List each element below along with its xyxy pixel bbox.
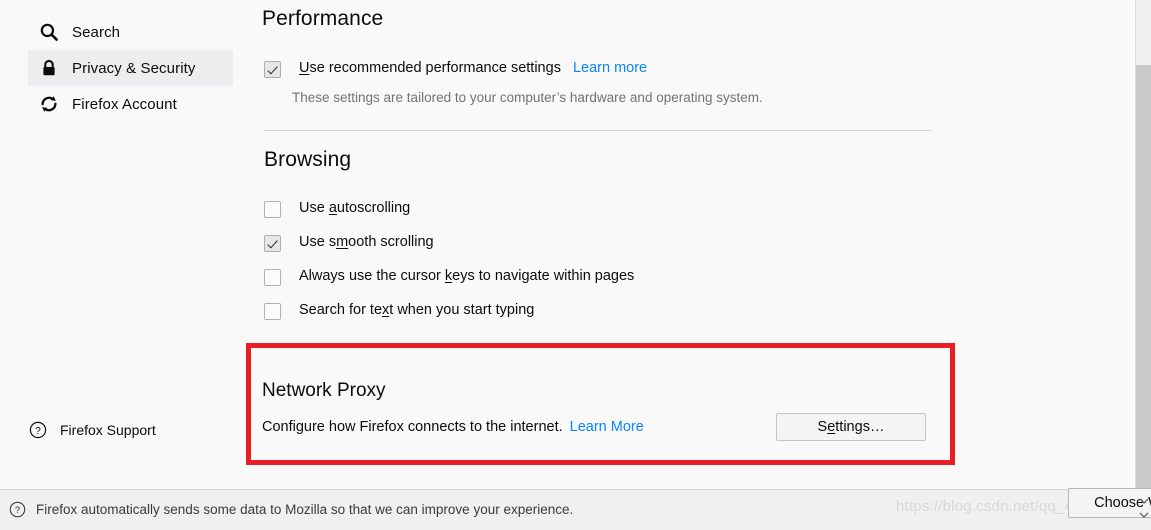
- button-label-pre: S: [817, 419, 828, 435]
- checkbox-label: Search for text when you start typing: [299, 302, 534, 319]
- network-proxy-description-row: Configure how Firefox connects to the in…: [262, 419, 644, 436]
- checkbox-use-smooth-scrolling[interactable]: [264, 235, 281, 252]
- sidebar-item-label: Privacy & Security: [72, 59, 196, 77]
- footer-text: Firefox automatically sends some data to…: [36, 501, 574, 517]
- checkbox-label: Use autoscrolling: [299, 200, 410, 217]
- sidebar: Search Privacy & Security Firefox Accoun…: [0, 0, 240, 489]
- button-label-post: ttings…: [835, 419, 885, 435]
- checkbox-always-use-cursor-keys[interactable]: [264, 269, 281, 286]
- vertical-scrollbar-thumb[interactable]: [1136, 65, 1151, 489]
- section-divider: [264, 130, 932, 131]
- performance-description: These settings are tailored to your comp…: [292, 90, 763, 105]
- svg-text:?: ?: [14, 505, 19, 516]
- sidebar-item-firefox-support[interactable]: ? Firefox Support: [28, 418, 156, 442]
- scroll-down-arrow-icon[interactable]: [1138, 495, 1150, 525]
- sidebar-item-label: Firefox Account: [72, 95, 177, 113]
- checkbox-row-recommended-performance[interactable]: Use recommended performance settings Lea…: [264, 60, 647, 78]
- footer-message: ? Firefox automatically sends some data …: [8, 500, 573, 518]
- lock-icon: [38, 57, 60, 79]
- checkbox-label-post: eys to navigate within pages: [452, 268, 635, 284]
- proxy-settings-button[interactable]: Settings…: [776, 413, 926, 441]
- page-title-network-proxy: Network Proxy: [262, 379, 386, 401]
- sidebar-nav: Search Privacy & Security Firefox Accoun…: [0, 14, 240, 122]
- sidebar-item-search[interactable]: Search: [28, 14, 233, 50]
- svg-text:?: ?: [35, 426, 41, 437]
- sidebar-item-label: Search: [72, 23, 121, 41]
- checkbox-label-text: se recommended performance settings: [309, 60, 561, 76]
- checkbox-row-smooth-scrolling[interactable]: Use smooth scrolling: [264, 234, 434, 252]
- learn-more-link-proxy[interactable]: Learn More: [570, 419, 644, 435]
- checkbox-row-search-while-typing[interactable]: Search for text when you start typing: [264, 302, 534, 320]
- checkbox-label-post: ooth scrolling: [348, 234, 434, 250]
- page-title-browsing: Browsing: [264, 148, 352, 171]
- sidebar-item-label: Firefox Support: [60, 422, 156, 438]
- learn-more-link-performance[interactable]: Learn more: [573, 60, 647, 77]
- network-proxy-highlight-box: [246, 343, 955, 465]
- network-proxy-description: Configure how Firefox connects to the in…: [262, 419, 563, 435]
- checkbox-use-recommended-performance-settings[interactable]: [264, 61, 281, 78]
- firefox-preferences-window: Search Privacy & Security Firefox Accoun…: [0, 0, 1151, 530]
- footer-bar: ? Firefox automatically sends some data …: [0, 489, 1151, 530]
- checkbox-row-autoscrolling[interactable]: Use autoscrolling: [264, 200, 410, 218]
- checkbox-label-pre: Always use the cursor: [299, 268, 445, 284]
- help-circle-icon: ?: [28, 420, 48, 440]
- help-circle-icon: ?: [8, 500, 26, 518]
- checkbox-label: Use recommended performance settings: [299, 60, 561, 77]
- sync-icon: [38, 93, 60, 115]
- page-title-performance: Performance: [262, 7, 384, 30]
- checkbox-label: Always use the cursor keys to navigate w…: [299, 268, 634, 285]
- checkbox-label-pre: Search for te: [299, 302, 383, 318]
- checkbox-label-pre: Use: [299, 200, 329, 216]
- checkbox-label-post: t when you start typing: [389, 302, 535, 318]
- checkbox-label-post: utoscrolling: [336, 200, 411, 216]
- checkbox-search-for-text-when-typing[interactable]: [264, 303, 281, 320]
- checkbox-use-autoscrolling[interactable]: [264, 201, 281, 218]
- sidebar-item-privacy-security[interactable]: Privacy & Security: [28, 50, 233, 86]
- sidebar-item-firefox-account[interactable]: Firefox Account: [28, 86, 233, 122]
- search-icon: [38, 21, 60, 43]
- checkbox-label: Use smooth scrolling: [299, 234, 434, 251]
- checkbox-row-cursor-keys[interactable]: Always use the cursor keys to navigate w…: [264, 268, 634, 286]
- access-key-char: m: [336, 234, 349, 250]
- access-key-char: U: [299, 60, 310, 76]
- access-key-char: a: [328, 200, 337, 216]
- checkbox-label-pre: Use s: [299, 234, 337, 250]
- button-label: Settings…: [818, 419, 885, 435]
